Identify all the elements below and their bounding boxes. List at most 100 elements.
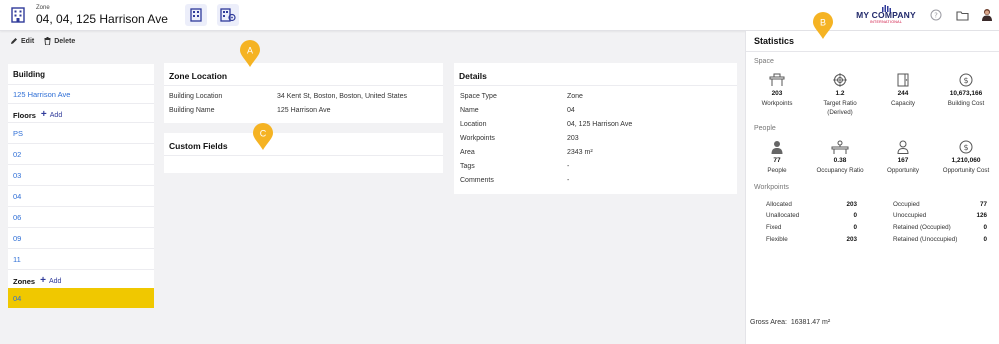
floor-plan-icon: [190, 8, 202, 22]
user-avatar-icon[interactable]: [980, 8, 994, 22]
detail-row: Name 04: [460, 103, 731, 117]
detail-value: 2343 m²: [567, 148, 593, 156]
marker-letter: A: [247, 46, 253, 56]
trash-icon: [44, 37, 51, 45]
add-floor-button[interactable]: + Add: [40, 109, 62, 120]
hierarchy-nav: Building 125 Harrison Ave Floors + Add PS…: [8, 64, 154, 308]
app-header: Zone 04, 04, 125 Harrison Ave MY COMPANY…: [0, 0, 999, 31]
detail-row: Location 04, 125 Harrison Ave: [460, 117, 731, 131]
edit-label: Edit: [21, 37, 35, 45]
stat-value: 167: [897, 157, 909, 164]
nav-building-link[interactable]: 125 Harrison Ave: [8, 84, 154, 103]
nav-zone-04-active[interactable]: 04: [8, 288, 154, 308]
custom-fields-title: Custom Fields: [164, 133, 443, 156]
target-icon: [833, 73, 847, 87]
wp-value: 126: [976, 212, 987, 219]
workpoint-stat-row: Allocated 203: [766, 201, 857, 211]
stat-opportunity: 167 Opportunity: [874, 139, 932, 175]
space-group-label: Space: [754, 58, 774, 65]
custom-fields-card: Custom Fields: [164, 133, 443, 173]
nav-floor-06[interactable]: 06: [8, 206, 154, 227]
stat-people: 77 People: [748, 139, 806, 175]
wp-value: 0: [983, 224, 987, 231]
workpoint-stat-row: Unallocated 0: [766, 212, 857, 222]
detail-row: Comments -: [460, 173, 731, 187]
wp-label: Allocated: [766, 201, 792, 208]
add-zone-button[interactable]: + Add: [40, 275, 61, 286]
wp-value: 0: [853, 224, 857, 231]
dollar-icon: $: [959, 73, 973, 87]
zones-label: Zones: [13, 276, 36, 286]
wp-value: 0: [853, 212, 857, 219]
marker-letter: B: [820, 18, 826, 28]
nav-floor-09[interactable]: 09: [8, 227, 154, 248]
folder-icon[interactable]: [955, 8, 969, 22]
people-group-label: People: [754, 125, 776, 132]
building-icon: [8, 5, 28, 25]
edit-button[interactable]: Edit: [10, 37, 34, 45]
capacity-icon: [897, 73, 909, 87]
stat-label: Capacity: [890, 100, 916, 107]
wp-label: Fixed: [766, 224, 782, 231]
wp-value: 0: [983, 236, 987, 243]
building-name-label: Building Name: [169, 106, 215, 114]
statistics-title: Statistics: [754, 36, 795, 46]
building-name-row: Building Name 125 Harrison Ave: [169, 103, 438, 117]
stat-value: 10,673,166: [949, 90, 983, 97]
detail-row: Workpoints 203: [460, 131, 731, 145]
stat-label: Building Cost: [947, 100, 985, 107]
plus-icon: +: [40, 275, 46, 286]
stat-occupancy-ratio: 0.38 Occupancy Ratio: [811, 139, 869, 175]
floors-label: Floors: [13, 110, 36, 120]
stat-label: People: [767, 167, 787, 174]
page-subtitle: Zone: [36, 5, 50, 11]
help-icon[interactable]: ?: [929, 8, 943, 22]
detail-label: Tags: [460, 162, 475, 170]
statistics-panel: Statistics Space 203 Workpoints 1.2 Targ…: [745, 31, 999, 344]
stat-value: 0.38: [833, 157, 847, 164]
person-icon: [771, 141, 783, 154]
nav-floors-section: Floors + Add: [8, 103, 154, 122]
stat-value: 244: [897, 90, 909, 97]
wp-label: Unoccupied: [893, 212, 927, 219]
nav-floor-11[interactable]: 11: [8, 248, 154, 269]
wp-value: 203: [846, 236, 857, 243]
stat-building-cost: $ 10,673,166 Building Cost: [937, 72, 995, 108]
wp-value: 203: [846, 201, 857, 208]
nav-floor-04[interactable]: 04: [8, 185, 154, 206]
annotation-marker-a: A: [239, 40, 261, 68]
page-title: 04, 04, 125 Harrison Ave: [36, 12, 168, 26]
detail-label: Location: [460, 120, 487, 128]
detail-row: Space Type Zone: [460, 89, 731, 103]
nav-floor-02[interactable]: 02: [8, 143, 154, 164]
svg-text:$: $: [963, 76, 968, 85]
wp-label: Unallocated: [766, 212, 800, 219]
zone-location-card: Zone Location Building Location 34 Kent …: [164, 63, 443, 123]
wp-label: Occupied: [893, 201, 920, 208]
detail-row: Tags -: [460, 159, 731, 173]
stat-target-ratio: 1.2 Target Ratio (Derived): [811, 72, 869, 117]
stat-opportunity-cost: $ 1,210,060 Opportunity Cost: [937, 139, 995, 175]
marker-letter: C: [260, 129, 267, 139]
workpoint-stat-row: Unoccupied 126: [893, 212, 987, 222]
wp-value: 77: [979, 201, 987, 208]
workpoint-stat-row: Retained (Unoccupied) 0: [893, 236, 987, 246]
gross-area-value: 16381.47 m²: [790, 319, 831, 326]
building-settings-button[interactable]: [217, 4, 239, 26]
detail-label: Area: [460, 148, 475, 156]
nav-floor-ps[interactable]: PS: [8, 122, 154, 143]
floor-plan-button[interactable]: [185, 4, 207, 26]
logo-mark-icon: [882, 5, 891, 12]
annotation-marker-b: B: [812, 12, 834, 40]
plus-icon: +: [40, 109, 47, 120]
svg-text:?: ?: [934, 12, 938, 20]
detail-value: 04: [567, 106, 575, 114]
detail-label: Comments: [460, 176, 494, 184]
nav-floor-03[interactable]: 03: [8, 164, 154, 185]
workpoints-icon: [769, 73, 785, 86]
detail-label: Name: [460, 106, 479, 114]
delete-button[interactable]: Delete: [44, 37, 75, 45]
stat-label: Opportunity: [887, 167, 919, 174]
detail-value: 04, 125 Harrison Ave: [567, 120, 633, 128]
stat-capacity: 244 Capacity: [874, 72, 932, 108]
